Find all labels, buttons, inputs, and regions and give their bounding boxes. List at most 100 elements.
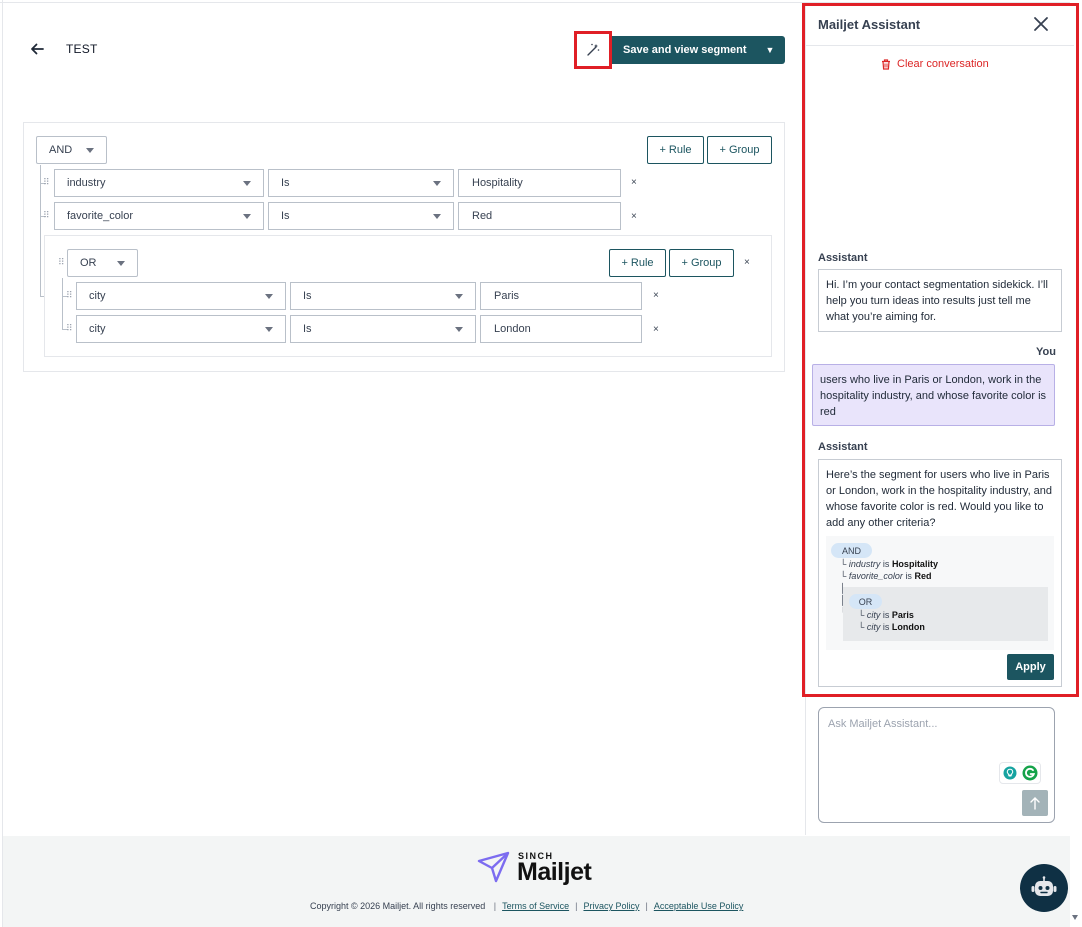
chevron-down-icon (117, 261, 125, 266)
rule-operator-select[interactable]: Is (290, 315, 476, 343)
preview-rule-field: city (866, 610, 881, 620)
robot-icon (1031, 876, 1057, 896)
clear-conversation-button[interactable]: Clear conversation (881, 58, 989, 70)
assistant-message-text: Here’s the segment for users who live in… (826, 469, 1053, 529)
rule-field-value: favorite_color (67, 210, 134, 222)
grammar-tools[interactable] (999, 762, 1041, 784)
preview-rule: └ city is London (858, 622, 925, 632)
grammarly-icon[interactable] (1022, 765, 1038, 781)
group-add-group-button[interactable]: + Group (669, 249, 734, 277)
lightbulb-icon[interactable] (1003, 766, 1017, 780)
rule-field-value: industry (67, 177, 106, 189)
privacy-policy-link[interactable]: Privacy Policy (583, 901, 639, 911)
drag-handle-icon[interactable]: ⠿ (66, 324, 73, 333)
chevron-down-icon (455, 294, 463, 299)
preview-rule: └ city is Paris (858, 610, 914, 620)
rule-field-select[interactable]: industry (54, 169, 264, 197)
assistant-bot-button[interactable] (1020, 864, 1068, 912)
rule-value-input[interactable]: Hospitality (458, 169, 621, 197)
drag-handle-icon[interactable]: ⠿ (43, 178, 50, 187)
preview-rule-field: city (866, 622, 881, 632)
rule-operator-value: Is (281, 210, 290, 222)
separator: | (493, 901, 497, 911)
separator: | (575, 901, 578, 911)
chevron-down-icon (86, 148, 94, 153)
preview-rule-value: London (891, 622, 925, 632)
copyright-text: Copyright © 2026 Mailjet. All rights res… (310, 901, 486, 911)
rule-operator-select[interactable]: Is (268, 169, 454, 197)
user-message: users who live in Paris or London, work … (812, 364, 1055, 426)
page: TEST Save and view segment ▼ AND + Rule … (0, 0, 1082, 927)
add-rule-button[interactable]: + Rule (647, 136, 704, 164)
magic-wand-button[interactable] (574, 31, 612, 69)
assistant-role-label: Assistant (818, 252, 868, 264)
scroll-down-icon[interactable] (1072, 915, 1078, 920)
preview-rule-value: Red (914, 571, 932, 581)
acceptable-use-policy-link[interactable]: Acceptable Use Policy (654, 901, 744, 911)
rule-value-input[interactable]: London (480, 315, 642, 343)
remove-rule-icon[interactable]: × (653, 324, 659, 335)
root-logic-select[interactable]: AND (36, 136, 107, 164)
drag-handle-icon[interactable]: ⠿ (58, 258, 65, 267)
rule-field-select[interactable]: favorite_color (54, 202, 264, 230)
rule-field-select[interactable]: city (76, 315, 286, 343)
add-group-button[interactable]: + Group (707, 136, 772, 164)
tree-connector (40, 165, 41, 296)
chevron-down-icon[interactable]: ▼ (755, 45, 785, 55)
separator: | (645, 901, 648, 911)
remove-rule-icon[interactable]: × (631, 177, 637, 188)
chevron-down-icon (243, 181, 251, 186)
chevron-down-icon (455, 327, 463, 332)
rule-field-select[interactable]: city (76, 282, 286, 310)
rule-field-value: city (89, 323, 106, 335)
group-logic-value: OR (80, 257, 97, 269)
assistant-role-label: Assistant (818, 441, 868, 453)
rule-value-input[interactable]: Red (458, 202, 621, 230)
preview-rule: └ industry is Hospitality (840, 559, 938, 569)
mailjet-logo-icon (477, 851, 510, 883)
preview-rule-op: is (882, 622, 890, 632)
assistant-title: Mailjet Assistant (818, 17, 921, 32)
preview-rule-op: is (882, 610, 890, 620)
preview-rule: └ favorite_color is Red (840, 571, 932, 581)
rule-operator-value: Is (281, 177, 290, 189)
preview-root-logic: AND (831, 543, 872, 558)
remove-group-icon[interactable]: × (744, 257, 750, 268)
chevron-down-icon (243, 214, 251, 219)
save-button-label: Save and view segment (623, 44, 747, 56)
panel-divider (806, 45, 1074, 46)
brand-mailjet: Mailjet (517, 858, 592, 886)
terms-of-service-link[interactable]: Terms of Service (502, 901, 569, 911)
group-add-rule-button[interactable]: + Rule (609, 249, 666, 277)
back-arrow-icon[interactable] (28, 40, 46, 58)
frame-border-left (2, 0, 3, 927)
root-logic-value: AND (49, 144, 73, 156)
user-role-label: You (1036, 346, 1056, 358)
rule-field-value: city (89, 290, 106, 302)
remove-rule-icon[interactable]: × (631, 211, 637, 222)
rule-operator-value: Is (303, 290, 312, 302)
rule-operator-select[interactable]: Is (268, 202, 454, 230)
trash-icon (882, 58, 890, 70)
close-icon[interactable] (1032, 15, 1050, 33)
rule-operator-select[interactable]: Is (290, 282, 476, 310)
clear-conversation-label: Clear conversation (897, 58, 989, 70)
preview-rule-op: is (882, 559, 890, 569)
preview-group-logic: OR (849, 594, 882, 609)
group-logic-select[interactable]: OR (67, 249, 138, 277)
preview-rule-field: favorite_color (848, 571, 903, 581)
magic-wand-icon (587, 43, 600, 56)
rule-value-input[interactable]: Paris (480, 282, 642, 310)
chevron-down-icon (265, 294, 273, 299)
apply-button[interactable]: Apply (1007, 654, 1054, 680)
chevron-down-icon (433, 214, 441, 219)
drag-handle-icon[interactable]: ⠿ (43, 211, 50, 220)
drag-handle-icon[interactable]: ⠿ (66, 291, 73, 300)
rule-operator-value: Is (303, 323, 312, 335)
arrow-up-icon (1030, 797, 1040, 810)
copyright-line: Copyright © 2026 Mailjet. All rights res… (310, 901, 743, 911)
preview-rule-value: Paris (891, 610, 914, 620)
send-button[interactable] (1022, 790, 1048, 816)
save-and-view-segment-button[interactable]: Save and view segment ▼ (612, 36, 785, 64)
remove-rule-icon[interactable]: × (653, 290, 659, 301)
